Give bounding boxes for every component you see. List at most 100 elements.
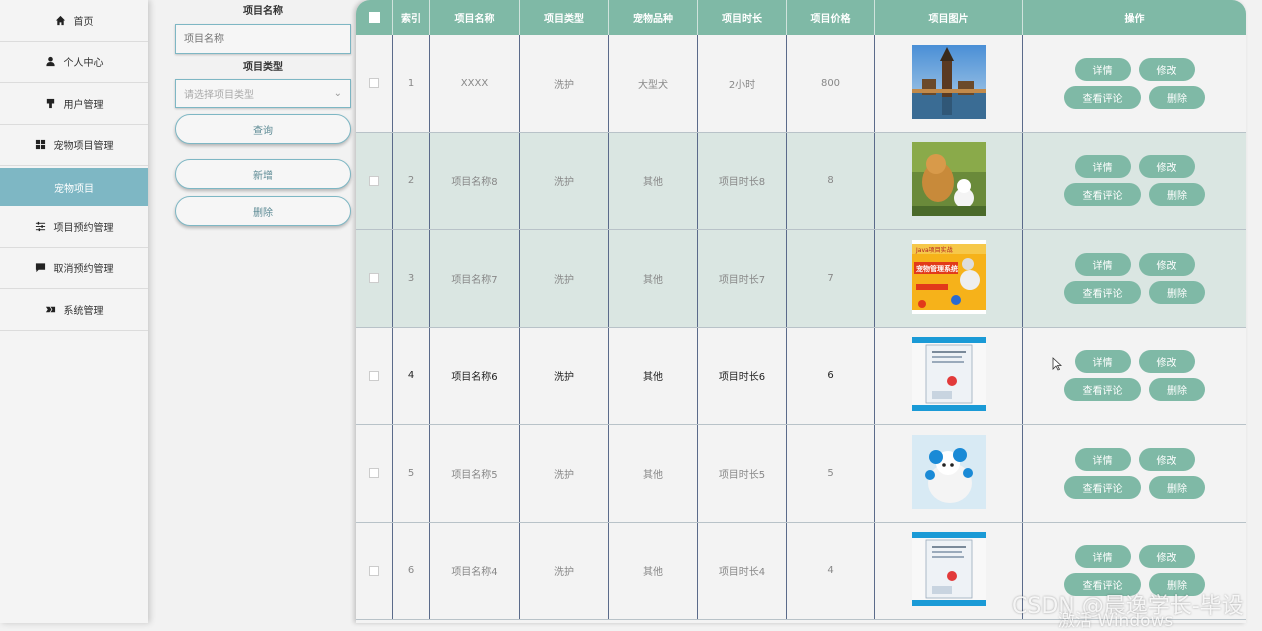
cell-breed: 其他 <box>609 230 698 327</box>
cell-type: 洗护 <box>520 35 609 132</box>
header-index: 索引 <box>393 0 430 35</box>
cell-duration: 项目时长4 <box>698 522 787 619</box>
delete-button[interactable]: 删除 <box>175 196 351 226</box>
header-name: 项目名称 <box>430 0 520 35</box>
row-actions: 详情 修改查看评论 删除 <box>1064 350 1205 402</box>
cell-breed: 其他 <box>609 132 698 229</box>
chat-icon <box>35 262 46 273</box>
project-table: 索引 项目名称 项目类型 宠物品种 项目时长 项目价格 项目图片 操作 1 XXX… <box>356 0 1246 623</box>
project-type-select[interactable]: 请选择项目类型 ⌄ <box>175 79 351 108</box>
sidebar-item-reservations[interactable]: 项目预约管理 <box>0 206 148 248</box>
table-body: 1 XXXX 洗护 大型犬 2小时 800 详情 修改 查看评论 删除 2 项目名称8 洗护 其他 项目时长… <box>356 35 1246 620</box>
table-row: 2 项目名称8 洗护 其他 项目时长8 8 详情 修改 查看评论 删除 <box>356 132 1246 230</box>
row-delete-button[interactable]: 删除 <box>1149 85 1205 109</box>
header-image: 项目图片 <box>875 0 1023 35</box>
cell-index: 2 <box>393 132 430 229</box>
row-checkbox[interactable] <box>369 78 379 89</box>
cell-index: 4 <box>393 327 430 424</box>
detail-button[interactable]: 详情 <box>1074 57 1131 81</box>
row-delete-button[interactable]: 删除 <box>1149 378 1205 402</box>
row-delete-button[interactable]: 删除 <box>1149 183 1205 207</box>
row-checkbox[interactable] <box>369 468 379 479</box>
view-comments-button[interactable]: 查看评论 <box>1064 183 1141 207</box>
row-actions: 详情 修改查看评论 删除 <box>1064 252 1205 304</box>
filter-panel: 项目名称 项目类型 请选择项目类型 ⌄ 查询 新增 删除 <box>175 0 351 226</box>
header-actions: 操作 <box>1124 14 1145 25</box>
sidebar-item-label: 个人中心 <box>63 58 104 70</box>
detail-button[interactable]: 详情 <box>1074 350 1131 374</box>
row-checkbox[interactable] <box>369 370 379 381</box>
cell-price: 800 <box>787 35 875 132</box>
detail-button[interactable]: 详情 <box>1074 447 1131 471</box>
project-image: Java项目实战 宠物管理系统 <box>911 239 986 317</box>
chevron-down-icon: ⌄ <box>333 88 342 99</box>
project-type-label: 项目类型 <box>243 62 283 73</box>
header-duration: 项目时长 <box>698 0 787 35</box>
sidebar-item-users[interactable]: 用户管理 <box>0 83 148 125</box>
sidebar: 首页 个人中心 用户管理 宠物项目管理 宠物项目 项目预约管理 取消预约管理 系… <box>0 0 148 623</box>
table-row: 5 项目名称5 洗护 其他 项目时长5 5 详情 修改 查看评论 删除 <box>356 425 1246 523</box>
user-manage-icon <box>45 98 56 109</box>
sidebar-item-profile[interactable]: 个人中心 <box>0 42 148 83</box>
cell-price: 7 <box>787 230 875 327</box>
sidebar-item-label: 取消预约管理 <box>53 264 114 276</box>
sidebar-item-pet-projects-manage[interactable]: 宠物项目管理 <box>0 125 148 166</box>
sidebar-item-home[interactable]: 首页 <box>0 0 148 42</box>
project-image <box>911 44 986 122</box>
sidebar-item-label: 宠物项目管理 <box>53 141 114 153</box>
edit-button[interactable]: 修改 <box>1138 155 1195 179</box>
sidebar-item-label: 系统管理 <box>63 305 104 317</box>
project-image <box>911 142 986 219</box>
cell-breed: 其他 <box>609 327 698 424</box>
add-button[interactable]: 新增 <box>175 159 351 189</box>
row-checkbox[interactable] <box>369 175 379 186</box>
row-actions: 详情 修改查看评论 删除 <box>1064 57 1205 109</box>
view-comments-button[interactable]: 查看评论 <box>1064 85 1141 109</box>
sidebar-item-label: 首页 <box>73 16 94 28</box>
edit-button[interactable]: 修改 <box>1138 350 1195 374</box>
project-image <box>911 434 986 512</box>
view-comments-button[interactable]: 查看评论 <box>1064 475 1141 499</box>
cell-price: 8 <box>787 132 875 229</box>
select-all-checkbox[interactable] <box>368 12 380 23</box>
row-delete-button[interactable]: 删除 <box>1149 475 1205 499</box>
edit-button[interactable]: 修改 <box>1138 252 1195 276</box>
cell-duration: 项目时长5 <box>698 425 787 522</box>
search-button[interactable]: 查询 <box>175 114 351 144</box>
project-image <box>911 532 986 609</box>
cell-name: 项目名称5 <box>430 425 520 522</box>
grid-icon <box>35 139 46 150</box>
cell-price: 6 <box>787 327 875 424</box>
cell-duration: 2小时 <box>698 35 787 132</box>
edit-button[interactable]: 修改 <box>1138 447 1195 471</box>
sidebar-item-cancellations[interactable]: 取消预约管理 <box>0 248 148 289</box>
cell-type: 洗护 <box>520 327 609 424</box>
edit-button[interactable]: 修改 <box>1138 57 1195 81</box>
cell-type: 洗护 <box>520 132 609 229</box>
header-type: 项目类型 <box>520 0 609 35</box>
mouse-cursor-icon <box>1052 357 1062 371</box>
cell-index: 3 <box>393 230 430 327</box>
sidebar-item-system[interactable]: 系统管理 <box>0 289 148 331</box>
view-comments-button[interactable]: 查看评论 <box>1064 378 1141 402</box>
cell-name: 项目名称4 <box>430 522 520 619</box>
table-row: 4 项目名称6 洗护 其他 项目时长6 6 详情 修改查看评论 删除 <box>356 327 1246 425</box>
cell-price: 4 <box>787 522 875 619</box>
edit-button[interactable]: 修改 <box>1138 545 1195 569</box>
cell-name: 项目名称6 <box>430 327 520 424</box>
detail-button[interactable]: 详情 <box>1074 252 1131 276</box>
home-icon <box>55 15 66 26</box>
detail-button[interactable]: 详情 <box>1074 155 1131 179</box>
row-checkbox[interactable] <box>369 565 379 576</box>
svg-text:宠物管理系统: 宠物管理系统 <box>916 264 958 273</box>
project-type-placeholder: 请选择项目类型 <box>184 90 254 101</box>
project-name-input[interactable] <box>175 24 351 54</box>
cell-duration: 项目时长6 <box>698 327 787 424</box>
svg-text:Java项目实战: Java项目实战 <box>915 246 953 254</box>
sidebar-item-pet-projects[interactable]: 宠物项目 <box>0 168 148 206</box>
detail-button[interactable]: 详情 <box>1074 545 1131 569</box>
view-comments-button[interactable]: 查看评论 <box>1064 280 1141 304</box>
user-icon <box>45 56 56 67</box>
row-checkbox[interactable] <box>369 273 379 284</box>
row-delete-button[interactable]: 删除 <box>1149 280 1205 304</box>
